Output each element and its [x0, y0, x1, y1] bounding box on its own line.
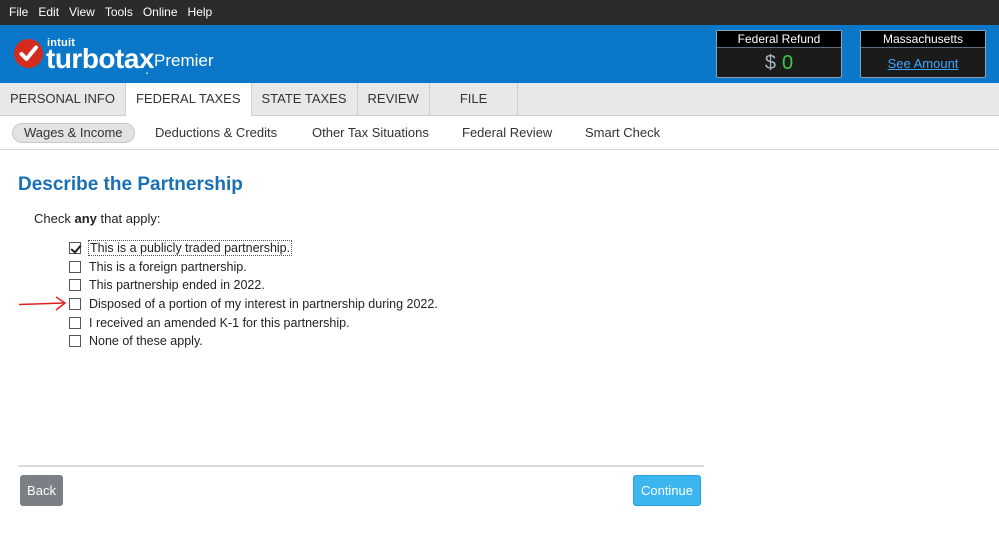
option-foreign[interactable]: This is a foreign partnership. [69, 259, 247, 275]
option-label: This is a foreign partnership. [89, 260, 247, 274]
option-disposed-portion[interactable]: Disposed of a portion of my interest in … [69, 296, 438, 312]
federal-refund-label: Federal Refund [717, 31, 841, 48]
option-none-apply[interactable]: None of these apply. [69, 333, 203, 349]
option-label: None of these apply. [89, 334, 203, 348]
currency-symbol: $ [764, 51, 776, 74]
federal-refund-value: $ 0 [717, 48, 841, 78]
page-title: Describe the Partnership [18, 174, 243, 195]
tab-state-taxes[interactable]: STATE TAXES [252, 83, 358, 116]
option-amended-k1[interactable]: I received an amended K-1 for this partn… [69, 315, 350, 331]
menu-edit[interactable]: Edit [33, 0, 64, 25]
option-label: Disposed of a portion of my interest in … [89, 297, 438, 311]
option-label: I received an amended K-1 for this partn… [89, 316, 350, 330]
checkbox-none-apply[interactable] [69, 335, 81, 347]
checkbox-publicly-traded[interactable] [69, 242, 81, 254]
subtab-federal-review[interactable]: Federal Review [462, 123, 552, 143]
continue-button[interactable]: Continue [633, 475, 701, 506]
checkbox-ended[interactable] [69, 279, 81, 291]
federal-refund-meter: Federal Refund $ 0 [716, 30, 842, 78]
state-refund-meter: Massachusetts See Amount [860, 30, 986, 78]
main-tabs: PERSONAL INFO FEDERAL TAXES STATE TAXES … [0, 83, 999, 117]
instruction-pre: Check [34, 211, 75, 226]
instruction-text: Check any that apply: [34, 211, 160, 226]
instruction-post: that apply: [96, 211, 161, 226]
menu-tools[interactable]: Tools [100, 0, 138, 25]
menu-bar: File Edit View Tools Online Help [0, 0, 999, 25]
sub-tabs: Wages & Income Deductions & Credits Othe… [0, 116, 999, 150]
menu-file[interactable]: File [4, 0, 33, 25]
tab-review[interactable]: REVIEW [358, 83, 430, 116]
checkbox-amended-k1[interactable] [69, 317, 81, 329]
subtab-other-tax-situations[interactable]: Other Tax Situations [312, 123, 429, 143]
menu-online[interactable]: Online [138, 0, 183, 25]
state-refund-value: See Amount [861, 48, 985, 78]
tab-file[interactable]: FILE [430, 83, 519, 116]
brand-header: intuit turbotax . Premier Federal Refund… [0, 25, 999, 83]
app-window: File Edit View Tools Online Help intuit … [0, 0, 999, 556]
menu-view[interactable]: View [64, 0, 100, 25]
red-arrow-annotation-icon [18, 296, 67, 311]
turbotax-check-icon [14, 39, 43, 68]
option-ended[interactable]: This partnership ended in 2022. [69, 277, 265, 293]
see-amount-link[interactable]: See Amount [888, 56, 959, 71]
back-button[interactable]: Back [20, 475, 63, 506]
tab-federal-taxes[interactable]: FEDERAL TAXES [125, 83, 252, 117]
menu-help[interactable]: Help [183, 0, 218, 25]
option-publicly-traded[interactable]: This is a publicly traded partnership. [69, 240, 293, 256]
turbotax-logo-text: turbotax [46, 43, 155, 74]
logo-dot: . [145, 61, 149, 77]
option-label: This partnership ended in 2022. [89, 278, 265, 292]
state-refund-label: Massachusetts [861, 31, 985, 48]
subtab-deductions-credits[interactable]: Deductions & Credits [155, 123, 277, 143]
federal-refund-amount: 0 [782, 51, 794, 74]
checkbox-disposed-portion[interactable] [69, 298, 81, 310]
subtab-smart-check[interactable]: Smart Check [585, 123, 660, 143]
option-label: This is a publicly traded partnership. [87, 240, 293, 256]
footer-divider [18, 465, 704, 467]
subtab-wages-income[interactable]: Wages & Income [12, 123, 135, 143]
checkbox-foreign[interactable] [69, 261, 81, 273]
edition-label: Premier [154, 51, 214, 70]
tab-personal-info[interactable]: PERSONAL INFO [0, 83, 126, 116]
instruction-bold: any [74, 211, 97, 226]
